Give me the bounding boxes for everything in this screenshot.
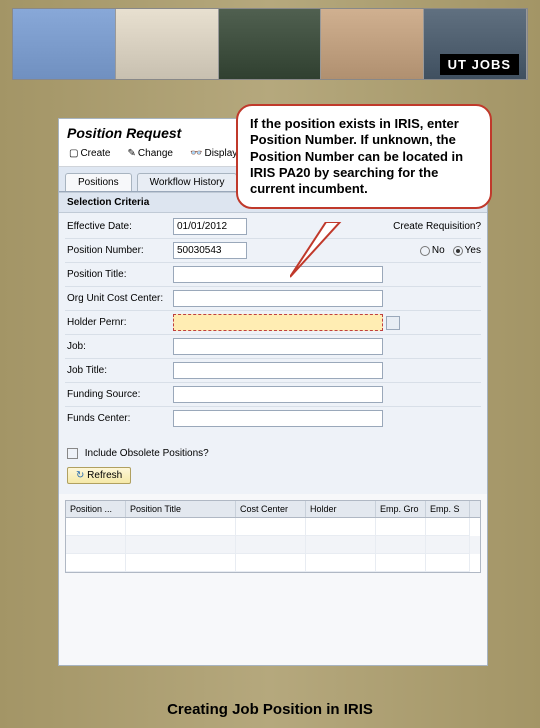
search-help-icon[interactable] xyxy=(386,316,400,330)
col-position-title[interactable]: Position Title xyxy=(126,501,236,517)
job-title-input[interactable] xyxy=(173,362,383,379)
org-cost-center-input[interactable] xyxy=(173,290,383,307)
callout-tail-icon xyxy=(290,222,350,282)
radio-no-label: No xyxy=(432,245,445,256)
refresh-label: Refresh xyxy=(87,470,122,481)
refresh-button[interactable]: ↻ Refresh xyxy=(67,467,131,484)
tab-workflow-history[interactable]: Workflow History xyxy=(137,173,238,191)
funding-source-label: Funding Source: xyxy=(65,389,173,400)
document-icon: ▢ xyxy=(69,148,78,159)
change-button[interactable]: ✎Change xyxy=(124,147,177,160)
job-title-label: Job Title: xyxy=(65,365,173,376)
col-cost-center[interactable]: Cost Center xyxy=(236,501,306,517)
change-label: Change xyxy=(138,148,173,159)
form-body: Effective Date: Create Requisition? Posi… xyxy=(59,213,487,438)
funds-center-label: Funds Center: xyxy=(65,413,173,424)
banner-photo-2 xyxy=(116,9,219,79)
banner-header: UT JOBS xyxy=(12,8,528,80)
tab-positions[interactable]: Positions xyxy=(65,173,132,191)
holder-pernr-input[interactable] xyxy=(173,314,383,331)
col-emp-s[interactable]: Emp. S xyxy=(426,501,470,517)
pencil-icon: ✎ xyxy=(128,148,136,159)
table-row xyxy=(66,536,480,554)
col-emp-gro[interactable]: Emp. Gro xyxy=(376,501,426,517)
include-obsolete-checkbox[interactable] xyxy=(67,448,78,459)
position-title-input[interactable] xyxy=(173,266,383,283)
display-button[interactable]: 👓Display xyxy=(186,147,241,160)
col-holder[interactable]: Holder xyxy=(306,501,376,517)
job-input[interactable] xyxy=(173,338,383,355)
table-row xyxy=(66,554,480,572)
banner-photo-1 xyxy=(13,9,116,79)
slide-caption: Creating Job Position in IRIS xyxy=(0,701,540,718)
table-row xyxy=(66,518,480,536)
radio-yes-label: Yes xyxy=(465,245,481,256)
include-obsolete-label: Include Obsolete Positions? xyxy=(85,448,209,459)
refresh-icon: ↻ xyxy=(76,470,84,481)
create-requisition-yes[interactable]: Yes xyxy=(453,245,481,256)
funding-source-input[interactable] xyxy=(173,386,383,403)
banner-photo-4 xyxy=(321,9,424,79)
create-requisition-label: Create Requisition? xyxy=(393,221,481,232)
job-label: Job: xyxy=(65,341,173,352)
ut-jobs-logo: UT JOBS xyxy=(440,54,519,75)
results-grid: Position ... Position Title Cost Center … xyxy=(65,500,481,573)
instruction-callout: If the position exists in IRIS, enter Po… xyxy=(236,104,492,209)
radio-icon xyxy=(453,246,463,256)
obsolete-row: Include Obsolete Positions? xyxy=(59,438,487,463)
holder-pernr-label: Holder Pernr: xyxy=(65,317,173,328)
create-requisition-no[interactable]: No xyxy=(420,245,445,256)
effective-date-label: Effective Date: xyxy=(65,221,173,232)
funds-center-input[interactable] xyxy=(173,410,383,427)
effective-date-input[interactable] xyxy=(173,218,247,235)
org-cost-center-label: Org Unit Cost Center: xyxy=(65,293,173,304)
radio-icon xyxy=(420,246,430,256)
glasses-icon: 👓 xyxy=(190,148,202,159)
banner-photo-3 xyxy=(219,9,322,79)
position-number-input[interactable] xyxy=(173,242,247,259)
create-button[interactable]: ▢Create xyxy=(65,147,114,160)
create-label: Create xyxy=(80,148,110,159)
position-number-label: Position Number: xyxy=(65,245,173,256)
position-title-label: Position Title: xyxy=(65,269,173,280)
col-position[interactable]: Position ... xyxy=(66,501,126,517)
grid-header-row: Position ... Position Title Cost Center … xyxy=(66,501,480,518)
display-label: Display xyxy=(204,148,237,159)
